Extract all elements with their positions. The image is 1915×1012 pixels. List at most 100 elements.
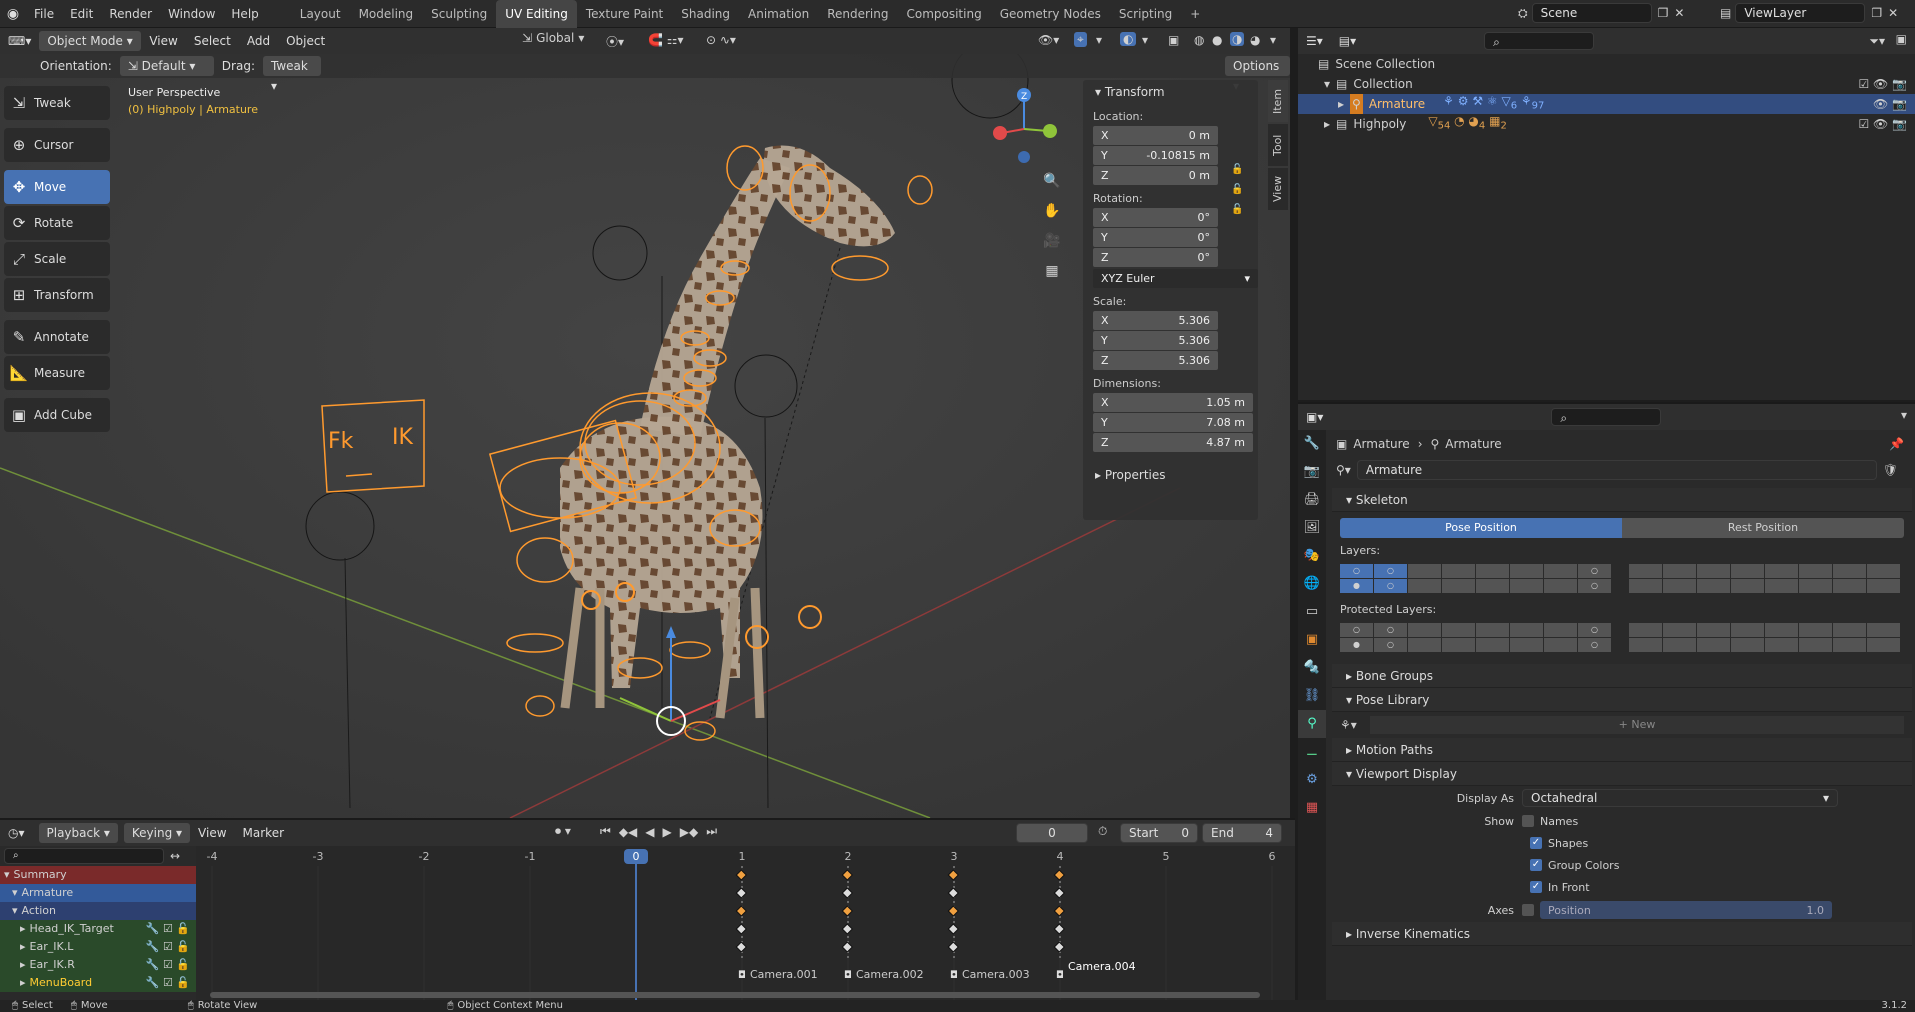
keyframe[interactable] [841, 941, 853, 953]
layer-button[interactable]: ○ [1374, 564, 1407, 578]
tab-compositing[interactable]: Compositing [897, 0, 990, 28]
layer-button[interactable] [1544, 623, 1577, 637]
layer-button[interactable] [1510, 638, 1543, 652]
gizmo-dropdown-icon[interactable]: ▾ [1096, 33, 1102, 47]
layer-button[interactable]: ● [1340, 638, 1373, 652]
zoom-icon[interactable]: 🔍 [1040, 173, 1064, 203]
marker-label[interactable]: Camera.001 [750, 968, 818, 981]
visibility-icon[interactable]: 👁▾ [1038, 33, 1059, 47]
expand-channel-icon[interactable]: ▸ [20, 956, 26, 974]
scene-tab-icon[interactable]: 🎭 [1298, 542, 1326, 570]
tool-tab-icon[interactable]: 🔧 [1298, 430, 1326, 458]
scene-selector[interactable]: ⛭ Scene ❐ ✕ [1518, 3, 1684, 23]
marker-label[interactable]: Camera.004 [1068, 960, 1136, 973]
expand-collection-icon[interactable]: ▾ [1324, 74, 1330, 94]
armature-browse-icon[interactable]: ⚲▾ [1336, 463, 1351, 477]
channel-toggle-icons[interactable]: 🔧 ☑ 🔓 [146, 974, 196, 992]
lock-icon[interactable]: 🔓 [1231, 160, 1243, 180]
timeline-editor-icon[interactable]: ◷▾ [0, 826, 33, 840]
tab-shading[interactable]: Shading [672, 0, 739, 28]
stopwatch-icon[interactable]: ⏱ [1098, 824, 1107, 839]
keyframe[interactable] [735, 887, 747, 899]
transform-panel-header[interactable]: ▾ Transform [1083, 80, 1258, 104]
layer-button[interactable] [1867, 564, 1900, 578]
keyframe[interactable] [841, 887, 853, 899]
keying-menu[interactable]: Keying ▾ [123, 823, 191, 843]
layer-button[interactable] [1663, 623, 1696, 637]
pivot-icon[interactable]: ⦿▾ [606, 33, 624, 50]
timeline-view-menu[interactable]: View [190, 826, 234, 840]
tab-scripting[interactable]: Scripting [1110, 0, 1181, 28]
layer-button[interactable] [1408, 623, 1441, 637]
menu-view[interactable]: View [141, 34, 185, 48]
bone-tab-icon[interactable]: ⚊ [1298, 738, 1326, 766]
tab-geometry-nodes[interactable]: Geometry Nodes [991, 0, 1110, 28]
pose-position-button[interactable]: Pose Position [1340, 518, 1622, 538]
layer-button[interactable] [1867, 579, 1900, 593]
modifier-tab-icon[interactable]: 🔩 [1298, 654, 1326, 682]
gizmo-toggle-icon[interactable]: ⌖ [1074, 32, 1087, 47]
layer-button[interactable] [1697, 579, 1730, 593]
keyframe[interactable] [947, 887, 959, 899]
layer-button[interactable] [1663, 564, 1696, 578]
viewport-display-section-header[interactable]: ▾ Viewport Display [1332, 762, 1912, 786]
keyframe[interactable] [1053, 941, 1065, 953]
keyframe[interactable] [1053, 887, 1065, 899]
layer-buttons-right[interactable] [1629, 564, 1900, 593]
channel-toggle-icons[interactable]: 🔧 ☑ 🔓 [146, 956, 196, 974]
expand-channel-icon[interactable]: ▾ [12, 902, 18, 920]
snap-icon[interactable]: 🧲 ⚏▾ [648, 33, 684, 47]
overlay-toggle-icon[interactable]: ◐ [1120, 32, 1137, 46]
next-keyframe-icon[interactable]: ▶◆ [680, 825, 698, 839]
layer-button[interactable] [1629, 564, 1662, 578]
keyframe[interactable] [947, 941, 959, 953]
collection-visibility-icons[interactable]: ☑ 👁 📷 [1858, 74, 1907, 94]
layer-button[interactable] [1697, 564, 1730, 578]
keyframe[interactable] [841, 869, 853, 881]
rendered-shading-icon[interactable]: ◕ [1250, 33, 1260, 47]
names-checkbox[interactable] [1522, 815, 1534, 827]
editor-type-icon[interactable]: ⌨▾ [0, 34, 39, 48]
layer-button[interactable] [1799, 638, 1832, 652]
lock-icon[interactable]: 🔓 [1231, 180, 1243, 200]
outliner-row-scene-collection[interactable]: ▤ Scene Collection [1298, 54, 1915, 74]
camera-marker-icon[interactable]: ◘ [950, 970, 958, 981]
layer-button[interactable] [1442, 623, 1475, 637]
auto-keying-icon[interactable]: ⏺ ▾ [555, 824, 571, 839]
expand-channel-icon[interactable]: ▸ [20, 938, 26, 956]
properties-options-icon[interactable]: ▾ [1901, 408, 1907, 422]
layer-button[interactable] [1663, 638, 1696, 652]
solid-shading-icon[interactable]: ● [1212, 33, 1222, 47]
view-layer-tab-icon[interactable]: 🖼 [1298, 514, 1326, 542]
layer-button[interactable] [1629, 579, 1662, 593]
new-view-layer-icon[interactable]: ❐ [1871, 6, 1882, 20]
menu-object[interactable]: Object [278, 34, 333, 48]
layer-button[interactable]: ○ [1374, 638, 1407, 652]
options-button[interactable]: Options ▾ [1225, 56, 1290, 93]
layer-button[interactable]: ● [1340, 579, 1373, 593]
outliner-row-highpoly[interactable]: ▸ ▤ Highpoly ▽54 ◔ ◕4 ▦2 ☑ 👁 📷 [1298, 114, 1915, 134]
layer-button[interactable] [1629, 638, 1662, 652]
view-layer-field[interactable]: ViewLayer [1735, 3, 1866, 23]
mode-selector[interactable]: Object Mode ▾ [39, 31, 142, 51]
tab-view[interactable]: View [1268, 168, 1288, 210]
tab-tool[interactable]: Tool [1268, 124, 1288, 166]
expand-channel-icon[interactable]: ▾ [4, 866, 10, 884]
layer-button[interactable] [1731, 564, 1764, 578]
new-collection-icon[interactable]: ▣ [1896, 32, 1907, 46]
location-y-field[interactable]: Y -0.10815 m [1093, 146, 1218, 165]
texture-tab-icon[interactable]: ▦ [1298, 794, 1326, 822]
layer-button[interactable] [1731, 623, 1764, 637]
tool-move[interactable]: ✥ Move [4, 170, 110, 204]
pin-icon[interactable]: 📌 [1889, 437, 1912, 451]
layer-button[interactable] [1510, 623, 1543, 637]
layer-button[interactable] [1476, 564, 1509, 578]
layer-button[interactable] [1408, 564, 1441, 578]
skeleton-section-header[interactable]: ▾ Skeleton [1332, 488, 1912, 512]
layer-button[interactable] [1765, 564, 1798, 578]
tab-sculpting[interactable]: Sculpting [422, 0, 496, 28]
constraint-tab-icon[interactable]: ⛓ [1298, 682, 1326, 710]
camera-view-icon[interactable]: 🎥 [1040, 233, 1064, 263]
timeline-scrollbar[interactable] [210, 992, 1260, 998]
xray-icon[interactable]: ▣ [1168, 33, 1179, 47]
